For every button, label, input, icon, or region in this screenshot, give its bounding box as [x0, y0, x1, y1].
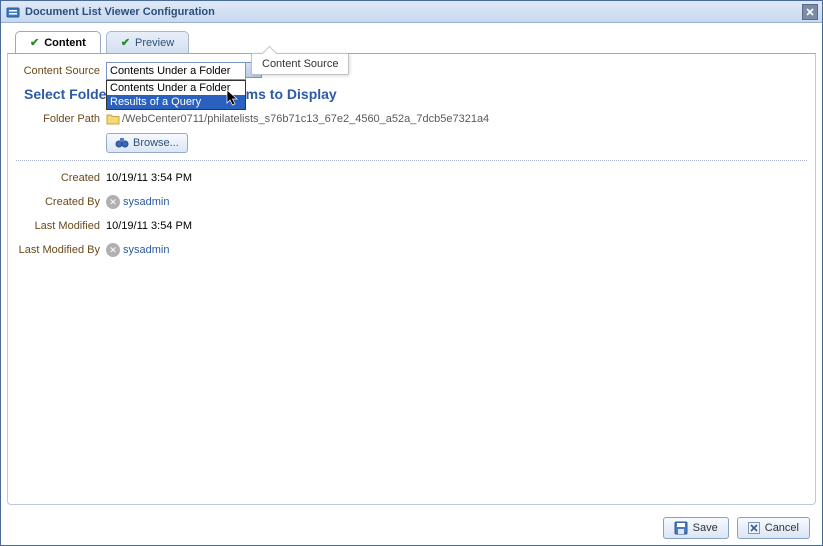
created-label: Created: [16, 172, 106, 184]
separator: [16, 160, 807, 161]
last-modified-by-label: Last Modified By: [16, 244, 106, 256]
dialog-footer: Save Cancel: [1, 511, 822, 545]
cancel-button[interactable]: Cancel: [737, 517, 810, 539]
save-label: Save: [693, 522, 718, 534]
browse-button[interactable]: Browse...: [106, 133, 188, 153]
binoculars-icon: [115, 136, 129, 151]
row-folder-path: Folder Path /WebCenter0711/philatelists_…: [16, 108, 807, 130]
folder-path-value: /WebCenter0711/philatelists_s76b71c13_67…: [122, 113, 489, 125]
tab-content-label: Content: [44, 37, 86, 49]
folder-icon: [106, 113, 120, 125]
titlebar: Document List Viewer Configuration: [1, 1, 822, 23]
close-button[interactable]: [802, 4, 818, 20]
last-modified-by-value[interactable]: sysadmin: [123, 244, 169, 256]
row-last-modified-by: Last Modified By ✕ sysadmin: [16, 239, 807, 261]
content-source-label: Content Source: [16, 65, 106, 77]
check-icon: ✔: [121, 36, 130, 49]
config-dialog: Document List Viewer Configuration ✔ Con…: [0, 0, 823, 546]
content-panel: Content Source Contents Under a Folder ▼…: [7, 53, 816, 505]
option-contents-under-folder[interactable]: Contents Under a Folder: [107, 81, 245, 95]
row-browse: Browse...: [16, 132, 807, 154]
created-by-label: Created By: [16, 196, 106, 208]
row-last-modified: Last Modified 10/19/11 3:54 PM: [16, 215, 807, 237]
save-icon: [674, 521, 688, 535]
tooltip-content-source: Content Source: [251, 53, 349, 75]
content-source-select[interactable]: Contents Under a Folder: [106, 62, 246, 80]
folder-path-label: Folder Path: [16, 113, 106, 125]
last-modified-value: 10/19/11 3:54 PM: [106, 220, 192, 232]
row-content-source: Content Source Contents Under a Folder ▼…: [16, 60, 807, 82]
tab-preview[interactable]: ✔ Preview: [106, 31, 189, 53]
cancel-label: Cancel: [765, 522, 799, 534]
app-icon: [5, 4, 21, 20]
created-by-value[interactable]: sysadmin: [123, 196, 169, 208]
option-results-of-query[interactable]: Results of a Query: [107, 95, 245, 109]
row-created: Created 10/19/11 3:54 PM: [16, 167, 807, 189]
user-remove-icon: ✕: [106, 243, 120, 257]
tabstrip: ✔ Content ✔ Preview Content Source: [1, 23, 822, 53]
browse-label: Browse...: [133, 137, 179, 149]
tooltip-text: Content Source: [262, 58, 338, 70]
window-title: Document List Viewer Configuration: [25, 6, 802, 18]
check-icon: ✔: [30, 36, 39, 49]
content-source-select-wrap: Contents Under a Folder ▼ Contents Under…: [106, 62, 262, 80]
cancel-icon: [748, 522, 760, 534]
tab-preview-label: Preview: [135, 37, 174, 49]
last-modified-label: Last Modified: [16, 220, 106, 232]
content-source-value: Contents Under a Folder: [110, 65, 230, 77]
tab-content[interactable]: ✔ Content: [15, 31, 101, 53]
user-remove-icon: ✕: [106, 195, 120, 209]
content-source-dropdown: Contents Under a Folder Results of a Que…: [106, 80, 246, 110]
save-button[interactable]: Save: [663, 517, 729, 539]
row-created-by: Created By ✕ sysadmin: [16, 191, 807, 213]
created-value: 10/19/11 3:54 PM: [106, 172, 192, 184]
section-title-prefix: Select Folde: [24, 86, 106, 102]
